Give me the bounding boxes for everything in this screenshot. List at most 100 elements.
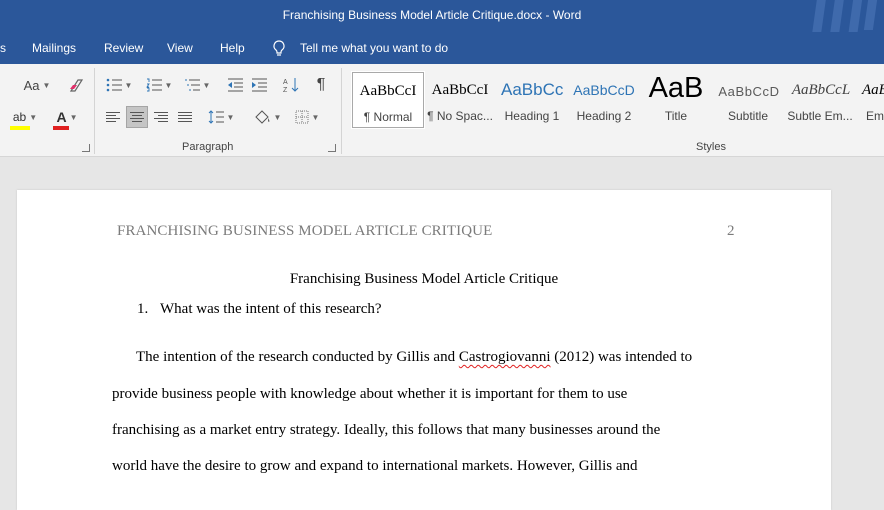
running-header: FRANCHISING BUSINESS MODEL ARTICLE CRITI… — [117, 223, 493, 239]
chevron-down-icon: ▼ — [124, 80, 133, 90]
tab-references[interactable]: s — [0, 41, 6, 55]
tab-review[interactable]: Review — [104, 41, 143, 55]
multilevel-list-button[interactable]: ▼ — [182, 74, 212, 96]
body-line-3: franchising as a market entry strategy. … — [112, 422, 661, 438]
ribbon: Aa ▼ ab ▼ A ▼ ▼ ▼ ▼ AZ ¶ ▼ ▼ ▼ Paragraph… — [0, 64, 884, 157]
justify-button[interactable] — [174, 106, 196, 128]
multilevel-list-icon — [184, 79, 200, 91]
chevron-down-icon: ▼ — [311, 112, 320, 122]
tab-view[interactable]: View — [167, 41, 193, 55]
chevron-down-icon: ▼ — [273, 112, 282, 122]
style-heading-2[interactable]: AaBbCcD Heading 2 — [568, 72, 640, 128]
style-title[interactable]: AaB Title — [640, 72, 712, 128]
align-left-icon — [106, 112, 120, 122]
align-center-button[interactable] — [126, 106, 148, 128]
window-title: Franchising Business Model Article Criti… — [282, 8, 582, 22]
chevron-down-icon: ▼ — [164, 80, 173, 90]
style-name: Em — [866, 109, 884, 123]
show-formatting-marks-button[interactable]: ¶ — [310, 74, 332, 96]
numbering-icon — [145, 78, 162, 92]
paint-bucket-icon — [254, 110, 269, 124]
style-name: ¶ Normal — [363, 110, 413, 124]
decrease-indent-icon — [228, 78, 243, 92]
tab-help[interactable]: Help — [220, 41, 245, 55]
page-number: 2 — [727, 223, 735, 239]
text-highlight-button[interactable]: ab ▼ — [6, 106, 44, 130]
pilcrow-icon: ¶ — [316, 76, 326, 93]
svg-text:Z: Z — [283, 87, 288, 93]
sort-icon: AZ — [283, 78, 299, 93]
tab-mailings[interactable]: Mailings — [32, 41, 76, 55]
style-emphasis[interactable]: AaBl Em — [858, 72, 884, 128]
style-name: ¶ No Spac... — [427, 109, 493, 123]
style-name: Subtitle — [727, 109, 769, 123]
paragraph-group-label: Paragraph — [182, 141, 234, 153]
title-bar: Franchising Business Model Article Criti… — [0, 0, 884, 44]
tell-me-search[interactable]: Tell me what you want to do — [300, 41, 448, 55]
style-sample: AaBbCcL — [791, 82, 851, 98]
borders-icon — [295, 110, 309, 124]
body-line-1: The intention of the research conducted … — [136, 349, 692, 366]
style-normal[interactable]: AaBbCcI ¶ Normal — [351, 71, 425, 129]
styles-group-label: Styles — [696, 141, 726, 153]
highlight-icon: ab — [12, 110, 27, 124]
style-sample: AaBbCcD — [573, 82, 635, 98]
svg-text:A: A — [283, 79, 288, 86]
question-number: 1. — [137, 301, 149, 317]
justify-icon — [178, 112, 192, 122]
style-subtle-emphasis[interactable]: AaBbCcL Subtle Em... — [784, 72, 856, 128]
align-center-icon — [130, 112, 144, 122]
increase-indent-icon — [252, 78, 267, 92]
question-text: What was the intent of this research? — [160, 301, 382, 317]
change-case-button[interactable]: Aa ▼ — [20, 74, 54, 96]
body-text: (2012) was intended to — [550, 349, 693, 365]
style-subtitle[interactable]: AaBbCcD Subtitle — [712, 72, 784, 128]
ribbon-tabs: s Mailings Review View Help Tell me what… — [0, 32, 884, 64]
sort-button[interactable]: AZ — [280, 74, 302, 96]
style-sample: AaBbCcI — [359, 83, 417, 99]
misspelled-word[interactable]: Castrogiovanni — [459, 349, 551, 365]
body-text: The intention of the research conducted … — [136, 349, 459, 365]
numbering-button[interactable]: ▼ — [144, 74, 174, 96]
increase-indent-button[interactable] — [248, 74, 270, 96]
group-divider — [341, 68, 342, 154]
paragraph-dialog-launcher[interactable] — [328, 144, 336, 152]
borders-button[interactable]: ▼ — [290, 106, 324, 128]
clear-formatting-button[interactable] — [64, 74, 88, 96]
style-heading-1[interactable]: AaBbCc Heading 1 — [496, 72, 568, 128]
style-name: Title — [664, 109, 688, 123]
decrease-indent-button[interactable] — [224, 74, 246, 96]
font-color-icon: A — [56, 109, 67, 125]
bullets-icon — [106, 78, 122, 92]
document-canvas: FRANCHISING BUSINESS MODEL ARTICLE CRITI… — [0, 157, 884, 510]
style-name: Heading 1 — [504, 109, 560, 123]
line-spacing-icon — [208, 110, 224, 124]
chevron-down-icon: ▼ — [226, 112, 235, 122]
shading-button[interactable]: ▼ — [250, 106, 284, 128]
chevron-down-icon: ▼ — [42, 80, 51, 90]
align-right-button[interactable] — [150, 106, 172, 128]
change-case-label: Aa — [23, 77, 40, 93]
style-sample: AaBbCcD — [718, 84, 780, 99]
group-divider — [94, 68, 95, 154]
clear-formatting-icon — [69, 79, 84, 92]
lightbulb-icon[interactable] — [272, 40, 286, 60]
bullets-button[interactable]: ▼ — [104, 74, 134, 96]
style-no-spacing[interactable]: AaBbCcI ¶ No Spac... — [424, 72, 496, 128]
style-sample: AaBbCc — [501, 80, 563, 99]
style-name: Subtle Em... — [787, 109, 853, 123]
document-title: Franchising Business Model Article Criti… — [289, 271, 559, 287]
style-sample: AaB — [648, 72, 704, 104]
style-sample: AaBl — [862, 82, 884, 98]
font-color-button[interactable]: A ▼ — [52, 106, 82, 130]
align-left-button[interactable] — [102, 106, 124, 128]
document-page[interactable]: FRANCHISING BUSINESS MODEL ARTICLE CRITI… — [17, 190, 831, 510]
align-right-icon — [154, 112, 168, 122]
style-sample: AaBbCcI — [431, 82, 489, 98]
chevron-down-icon: ▼ — [29, 112, 38, 122]
body-line-2: provide business people with knowledge a… — [112, 386, 628, 402]
body-line-4: world have the desire to grow and expand… — [112, 458, 638, 474]
line-spacing-button[interactable]: ▼ — [204, 106, 238, 128]
chevron-down-icon: ▼ — [69, 112, 78, 122]
font-dialog-launcher[interactable] — [82, 144, 90, 152]
